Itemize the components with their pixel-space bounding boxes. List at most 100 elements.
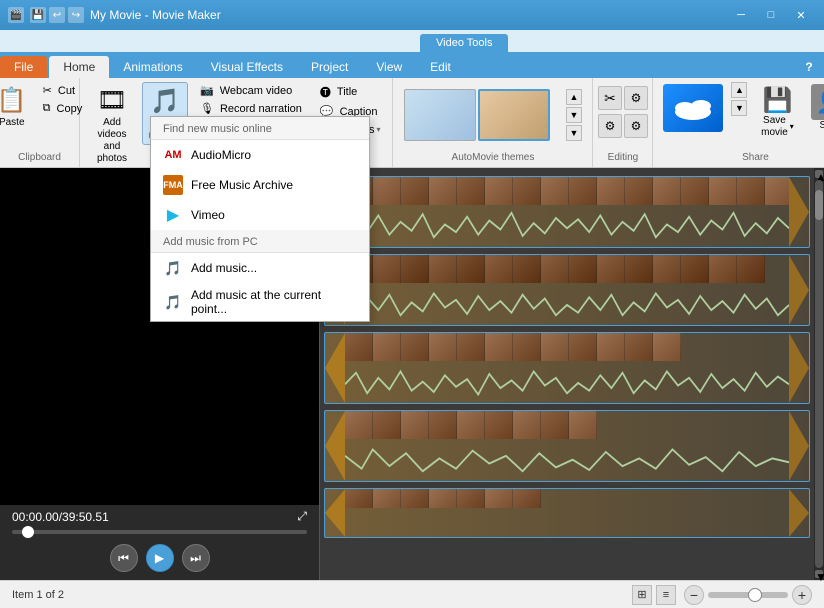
editing-label: Editing xyxy=(608,148,639,163)
sign-in-button[interactable]: 👤 Signin xyxy=(807,82,824,144)
scrollbar-track[interactable] xyxy=(815,180,823,568)
zoom-thumb[interactable] xyxy=(748,588,762,602)
editing-btn-1[interactable]: ✂ xyxy=(598,86,622,110)
minimize-button[interactable]: ─ xyxy=(726,5,756,25)
filmstrip-1 xyxy=(345,177,789,205)
video-tools-tab[interactable]: Video Tools xyxy=(420,34,508,52)
quick-access-toolbar: 💾 ↩ ↪ xyxy=(30,7,84,23)
frame xyxy=(429,177,457,205)
timeline-area[interactable] xyxy=(320,168,814,580)
theme-item-1[interactable] xyxy=(404,89,476,141)
editing-btn-3[interactable]: ⚙ xyxy=(598,114,622,138)
vimeo-icon: ▶ xyxy=(163,205,183,225)
time-display-row: 00:00.00/39:50.51 ⤢ xyxy=(0,505,319,528)
tab-project[interactable]: Project xyxy=(297,56,362,78)
share-content: ▲ ▼ 💾 Savemovie ▾ 👤 Signin xyxy=(659,82,824,148)
scrollbar-thumb[interactable] xyxy=(815,190,823,220)
timeline-track-3[interactable] xyxy=(324,332,810,404)
timeline-track-4[interactable] xyxy=(324,410,810,482)
status-icon-1[interactable]: ⊞ xyxy=(632,585,652,605)
title-button[interactable]: 🅣 Title xyxy=(314,82,387,102)
close-button[interactable]: ✕ xyxy=(786,5,816,25)
timeline-track-2[interactable] xyxy=(324,254,810,326)
share-group: ▲ ▼ 💾 Savemovie ▾ 👤 Signin Share xyxy=(653,78,824,167)
ribbon: 📋 Paste ✂ Cut ⧉ Copy Clipboard 🎞 Add vi xyxy=(0,78,824,168)
onedrive-icon[interactable] xyxy=(663,84,723,132)
waveform-svg-3 xyxy=(345,365,789,404)
webcam-video-button[interactable]: 📷 Webcam video xyxy=(194,82,308,99)
waveform-svg-1 xyxy=(345,209,789,248)
narration-label: Record narration xyxy=(220,103,302,115)
themes-more-arrow[interactable]: ▼ xyxy=(566,125,582,141)
status-text: Item 1 of 2 xyxy=(12,589,64,601)
ribbon-tabs: File Home Animations Visual Effects Proj… xyxy=(0,52,824,78)
tab-visual-effects[interactable]: Visual Effects xyxy=(197,56,297,78)
zoom-out-button[interactable]: − xyxy=(684,585,704,605)
undo-icon[interactable]: ↩ xyxy=(49,7,65,23)
tab-file[interactable]: File xyxy=(0,56,47,78)
zoom-slider[interactable] xyxy=(708,592,788,598)
frame xyxy=(457,177,485,205)
save-movie-button[interactable]: 💾 Savemovie ▾ xyxy=(751,82,803,143)
frame xyxy=(401,177,429,205)
add-music-item[interactable]: 🎵 Add music... xyxy=(151,253,369,283)
tab-animations[interactable]: Animations xyxy=(109,56,196,78)
sign-in-icon: 👤 xyxy=(811,84,824,120)
expand-button[interactable]: ⤢ xyxy=(297,509,307,524)
webcam-label: Webcam video xyxy=(220,85,293,97)
add-music-current-item[interactable]: 🎵 Add music at the current point... xyxy=(151,283,369,321)
frame xyxy=(653,333,681,361)
play-button[interactable]: ▶ xyxy=(146,544,174,572)
add-videos-button[interactable]: 🎞 Add videosand photos xyxy=(86,82,138,167)
themes-up-arrow[interactable]: ▲ xyxy=(566,89,582,105)
scrollbar-up[interactable]: ▲ xyxy=(815,170,823,178)
cut-icon: ✂ xyxy=(43,84,52,97)
frame xyxy=(653,255,681,283)
help-button[interactable]: ? xyxy=(798,56,820,78)
next-frame-button[interactable]: ⏭ xyxy=(182,544,210,572)
zoom-in-button[interactable]: + xyxy=(792,585,812,605)
timeline-track-5[interactable] xyxy=(324,488,810,538)
theme-item-2[interactable] xyxy=(478,89,550,141)
status-bar: Item 1 of 2 ⊞ ≡ − + xyxy=(0,580,824,608)
frame xyxy=(513,489,541,508)
timeline-scrollbar[interactable]: ▲ ▼ xyxy=(814,168,824,580)
editing-buttons: ✂ ⚙ xyxy=(598,86,648,110)
frame xyxy=(373,489,401,508)
paste-button[interactable]: 📋 Paste xyxy=(0,82,33,132)
vimeo-item[interactable]: ▶ Vimeo xyxy=(151,200,369,230)
editing-btn-2[interactable]: ⚙ xyxy=(624,86,648,110)
tab-home[interactable]: Home xyxy=(49,56,109,78)
share-scroll-down[interactable]: ▼ xyxy=(731,100,747,116)
status-right: ⊞ ≡ − + xyxy=(632,585,812,605)
add-music-icon: 🎵 xyxy=(150,87,180,116)
paste-icon: 📋 xyxy=(0,86,27,115)
seek-thumb[interactable] xyxy=(22,526,34,538)
seek-bar[interactable] xyxy=(0,528,319,536)
frame xyxy=(737,255,765,283)
frame xyxy=(513,411,541,439)
redo-icon[interactable]: ↪ xyxy=(68,7,84,23)
frame xyxy=(541,333,569,361)
track-arrow-left-5 xyxy=(325,489,345,537)
save-icon[interactable]: 💾 xyxy=(30,7,46,23)
maximize-button[interactable]: □ xyxy=(756,5,786,25)
themes-down-arrow[interactable]: ▼ xyxy=(566,107,582,123)
frame xyxy=(765,177,789,205)
narration-icon: 🎙 xyxy=(200,102,214,115)
fma-icon: FMA xyxy=(163,175,183,195)
tab-edit[interactable]: Edit xyxy=(416,56,465,78)
record-narration-button[interactable]: 🎙 Record narration xyxy=(194,100,308,117)
tab-view[interactable]: View xyxy=(362,56,416,78)
free-music-archive-item[interactable]: FMA Free Music Archive xyxy=(151,170,369,200)
timeline-track-1[interactable] xyxy=(324,176,810,248)
editing-btn-4[interactable]: ⚙ xyxy=(624,114,648,138)
themes-group: ▲ ▼ ▼ AutoMovie themes xyxy=(393,78,593,167)
scrollbar-down[interactable]: ▼ xyxy=(815,570,823,578)
share-scroll-up[interactable]: ▲ xyxy=(731,82,747,98)
audiomicro-item[interactable]: AM AudioMicro xyxy=(151,140,369,170)
status-icon-2[interactable]: ≡ xyxy=(656,585,676,605)
seek-track[interactable] xyxy=(12,530,307,534)
filmstrip-3 xyxy=(345,333,789,361)
rewind-button[interactable]: ⏮ xyxy=(110,544,138,572)
